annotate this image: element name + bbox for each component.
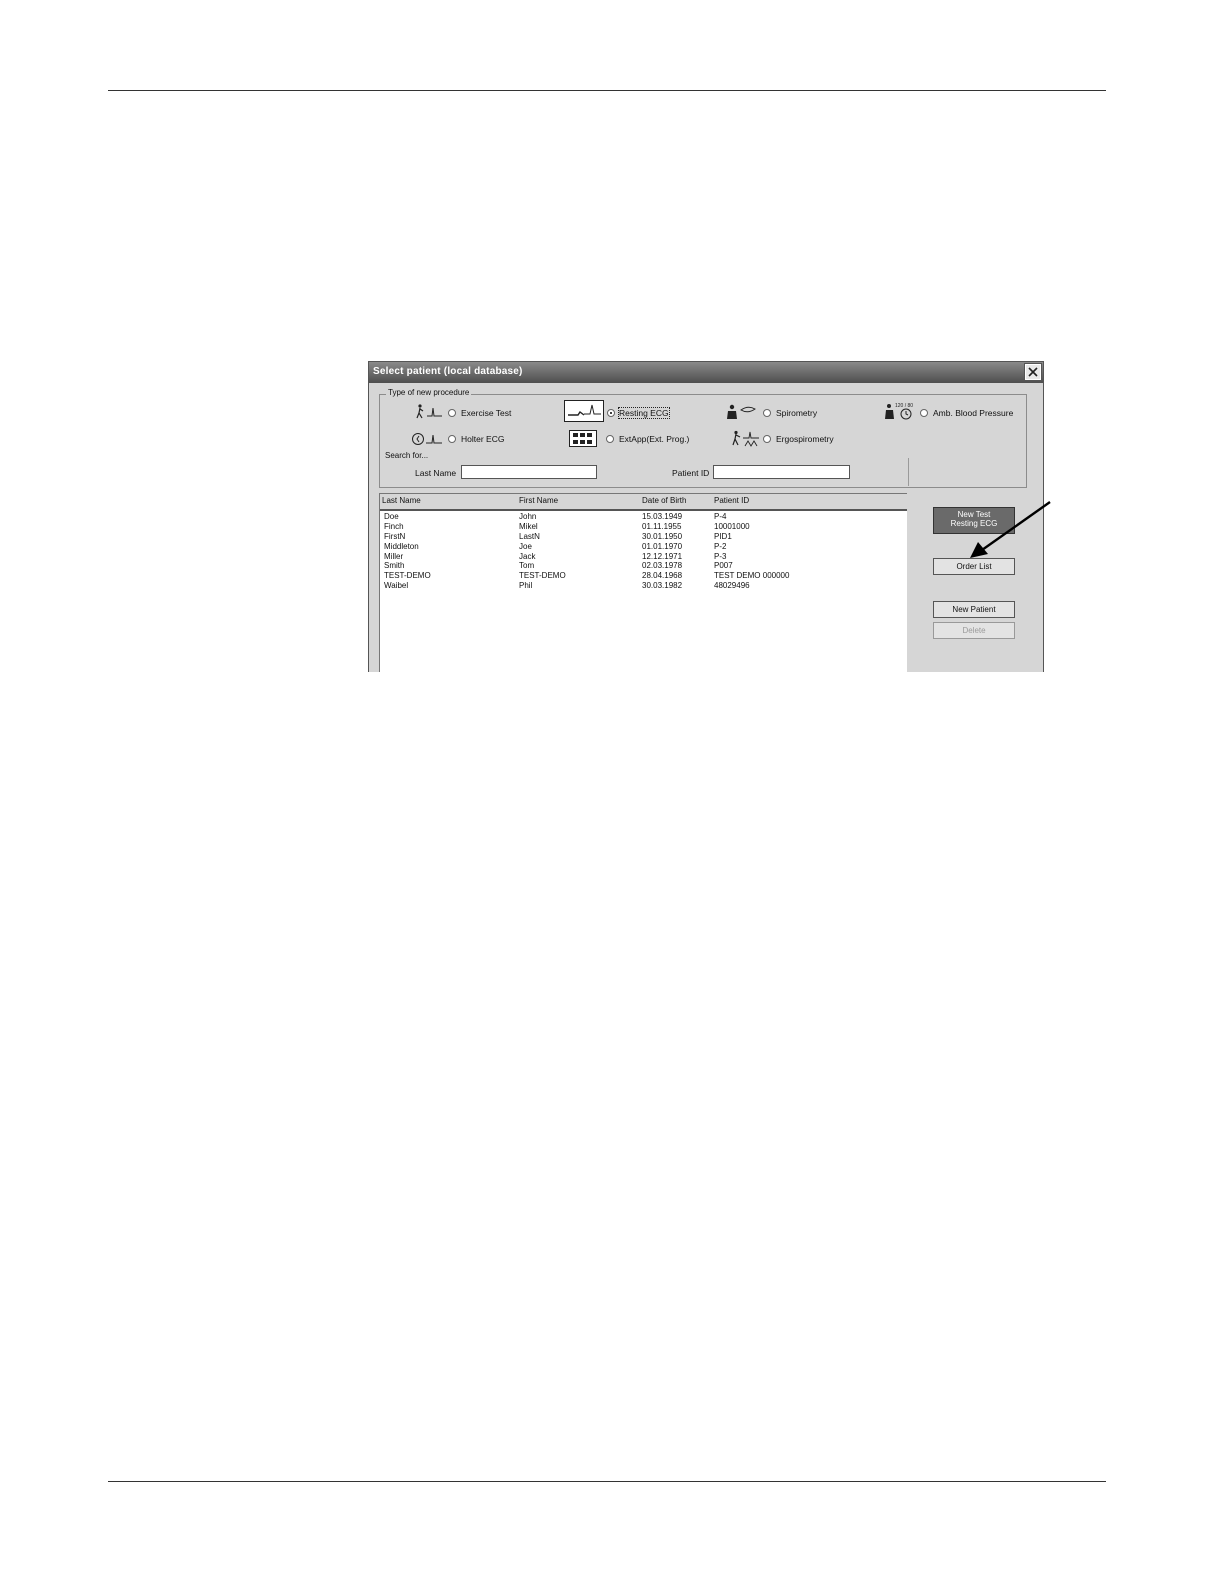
cell-last-name: TEST-DEMO: [384, 571, 431, 581]
radio-spirometry[interactable]: [763, 409, 771, 417]
table-row[interactable]: TEST-DEMO TEST-DEMO 28.04.1968 TEST DEMO…: [380, 571, 908, 581]
cell-last-name: Waibel: [384, 581, 409, 591]
radio-holter-ecg[interactable]: [448, 435, 456, 443]
cell-last-name: Doe: [384, 512, 399, 521]
title-bar: Select patient (local database): [369, 362, 1043, 383]
holter-ecg-icon: [412, 433, 442, 445]
cell-first-name: Jack: [519, 551, 536, 561]
cell-date-of-birth: 12.12.1971: [642, 551, 683, 561]
procedure-label: ExtApp(Ext. Prog.): [619, 434, 690, 444]
cell-date-of-birth: 30.01.1950: [642, 531, 683, 541]
cell-last-name: Miller: [384, 551, 404, 561]
procedure-exercise-test[interactable]: Exercise Test: [415, 404, 525, 420]
cell-first-name: Mikel: [519, 521, 538, 531]
table-row[interactable]: Smith Tom 02.03.1978 P007: [380, 561, 908, 571]
last-name-input[interactable]: [461, 465, 597, 479]
patient-id-label: Patient ID: [672, 468, 710, 478]
new-patient-button[interactable]: New Patient: [933, 601, 1015, 618]
cell-date-of-birth: 02.03.1978: [642, 561, 683, 571]
cell-patient-id: 10001000: [714, 521, 750, 531]
procedure-ergospirometry[interactable]: Ergospirometry: [731, 430, 851, 447]
cell-last-name: Finch: [384, 521, 404, 531]
procedure-label: Holter ECG: [461, 434, 505, 444]
column-header-patient-id[interactable]: Patient ID: [714, 496, 749, 505]
table-row[interactable]: Waibel Phil 30.03.1982 48029496: [380, 581, 908, 591]
exercise-ecg-icon: [416, 404, 442, 419]
last-name-label: Last Name: [415, 468, 457, 478]
cell-first-name: Phil: [519, 581, 533, 591]
cell-patient-id: PID1: [714, 531, 732, 541]
search-legend: Search for...: [385, 451, 429, 460]
blood-pressure-icon: 120 / 80: [885, 403, 913, 420]
column-header-last-name[interactable]: Last Name: [382, 496, 421, 505]
cell-patient-id: P-2: [714, 541, 727, 551]
external-app-icon: [569, 430, 597, 447]
procedure-label: Exercise Test: [461, 408, 512, 418]
cell-first-name: Joe: [519, 541, 532, 551]
radio-ergospirometry[interactable]: [763, 435, 771, 443]
header-rule: [108, 90, 1106, 91]
column-header-date-of-birth[interactable]: Date of Birth: [642, 496, 686, 505]
cell-patient-id: P-4: [714, 512, 727, 521]
cell-patient-id: TEST DEMO 000000: [714, 571, 790, 581]
cell-first-name: LastN: [519, 531, 540, 541]
procedure-amb-blood-pressure[interactable]: 120 / 80 Amb. Blood Pressure: [884, 402, 1024, 420]
table-header: Last Name First Name Date of Birth Patie…: [380, 494, 908, 511]
patient-list[interactable]: Last Name First Name Date of Birth Patie…: [379, 493, 909, 672]
cell-first-name: John: [519, 512, 537, 521]
footer-rule: [108, 1481, 1106, 1482]
radio-resting-ecg[interactable]: [607, 409, 615, 417]
cell-date-of-birth: 28.04.1968: [642, 571, 683, 581]
procedure-legend: Type of new procedure: [386, 388, 472, 397]
callout-arrow: [970, 501, 1051, 558]
cell-last-name: Middleton: [384, 541, 419, 551]
table-body: Doe John 15.03.1949 P-4 Finch Mikel 01.1…: [380, 512, 908, 591]
cell-date-of-birth: 15.03.1949: [642, 512, 683, 521]
cell-date-of-birth: 30.03.1982: [642, 581, 683, 591]
radio-exercise-test[interactable]: [448, 409, 456, 417]
svg-text:120 / 80: 120 / 80: [895, 403, 913, 409]
resting-ecg-icon: [564, 400, 604, 422]
table-row[interactable]: Middleton Joe 01.01.1970 P-2: [380, 542, 908, 552]
table-row[interactable]: Doe John 15.03.1949 P-4: [380, 512, 908, 522]
cell-first-name: Tom: [519, 561, 535, 571]
table-row[interactable]: Finch Mikel 01.11.1955 10001000: [380, 522, 908, 532]
procedure-label: Amb. Blood Pressure: [933, 408, 1014, 418]
dialog-title: Select patient (local database): [373, 366, 523, 377]
table-row[interactable]: FirstN LastN 30.01.1950 PID1: [380, 532, 908, 542]
spirometry-icon: [727, 404, 756, 419]
procedure-label: Ergospirometry: [776, 434, 834, 444]
cell-date-of-birth: 01.11.1955: [642, 521, 682, 531]
cell-date-of-birth: 01.01.1970: [642, 541, 683, 551]
ergospirometry-icon: [732, 430, 759, 447]
procedure-spirometry[interactable]: Spirometry: [726, 404, 826, 420]
patient-id-input[interactable]: [713, 465, 850, 479]
table-row[interactable]: Miller Jack 12.12.1971 P-3: [380, 552, 908, 562]
cell-last-name: FirstN: [384, 531, 406, 541]
search-separator: [908, 458, 909, 486]
procedure-label: Resting ECG: [618, 407, 670, 419]
cell-patient-id: P007: [714, 561, 733, 571]
radio-ext-app[interactable]: [606, 435, 614, 443]
delete-button[interactable]: Delete: [933, 622, 1015, 639]
cell-patient-id: P-3: [714, 551, 727, 561]
procedure-holter-ecg[interactable]: Holter ECG: [411, 431, 521, 447]
close-button[interactable]: [1025, 364, 1041, 380]
radio-amb-blood-pressure[interactable]: [920, 409, 928, 417]
procedure-ext-app[interactable]: ExtApp(Ext. Prog.): [569, 430, 699, 447]
procedure-resting-ecg[interactable]: Resting ECG: [564, 400, 674, 422]
procedure-label: Spirometry: [776, 408, 818, 418]
column-header-first-name[interactable]: First Name: [519, 496, 558, 505]
cell-patient-id: 48029496: [714, 581, 750, 591]
cell-last-name: Smith: [384, 561, 405, 571]
close-icon: [1028, 367, 1038, 377]
select-patient-dialog: Select patient (local database) Type of …: [368, 361, 1044, 672]
cell-first-name: TEST-DEMO: [519, 571, 566, 581]
